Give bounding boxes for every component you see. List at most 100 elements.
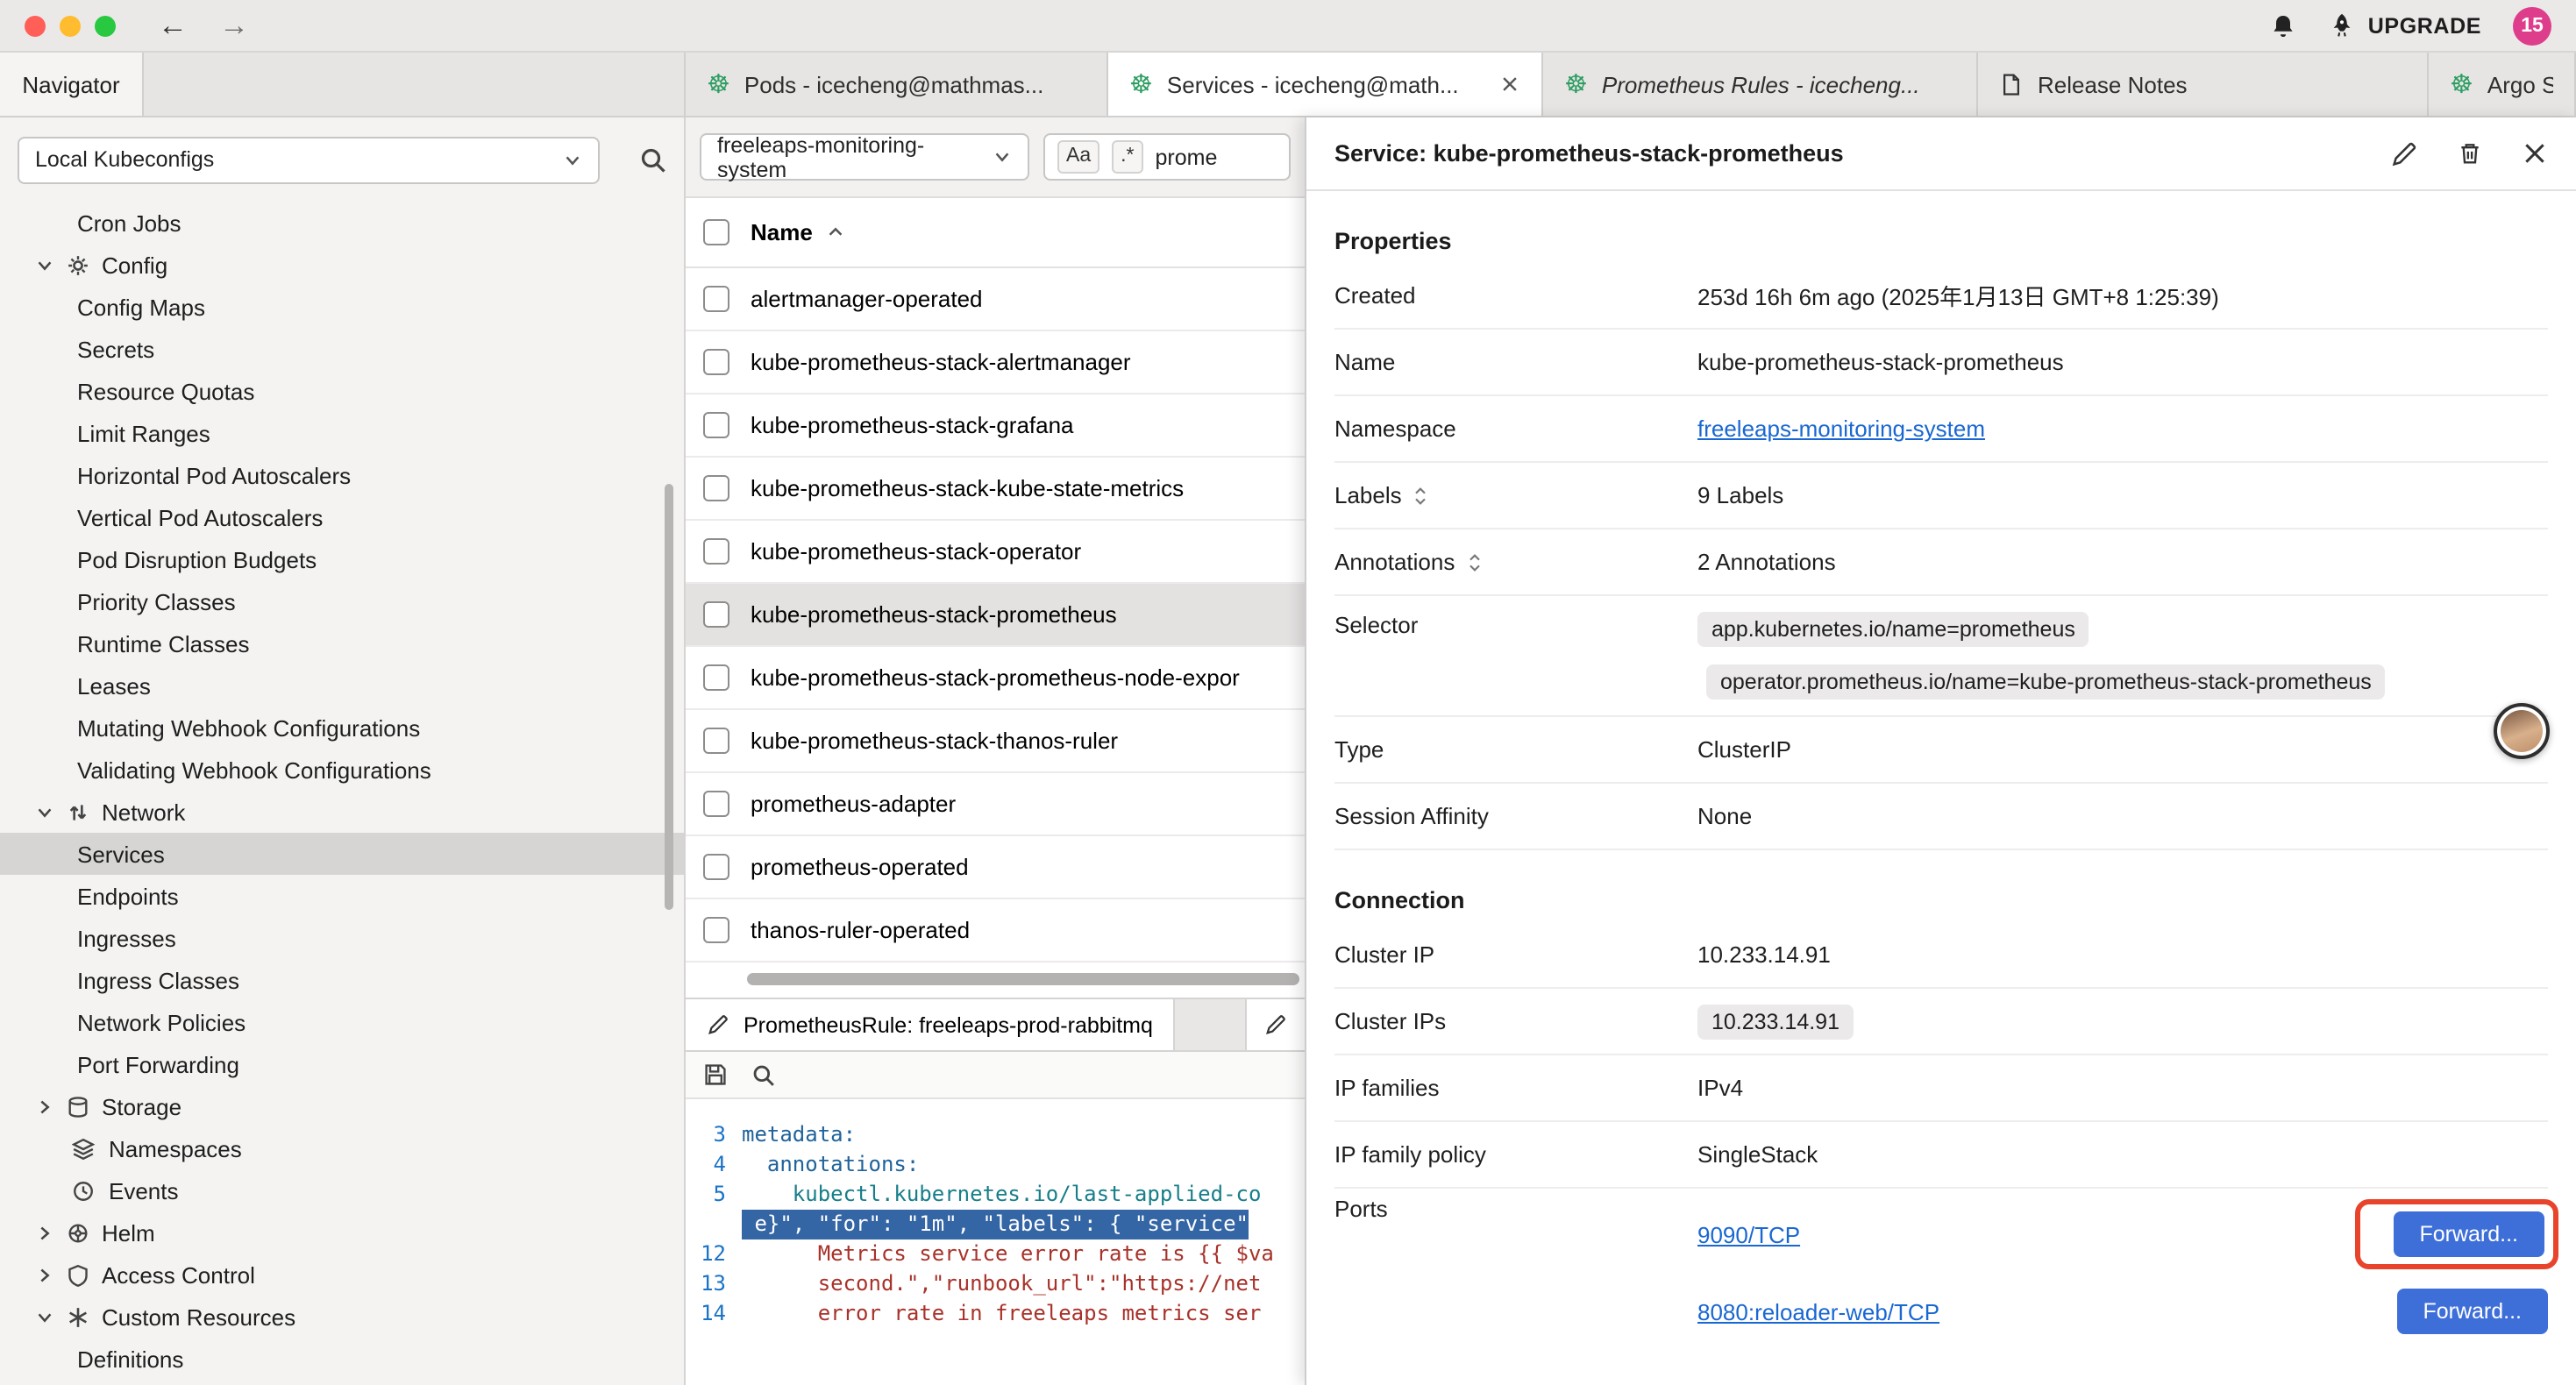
- sidebar-item-runtime-classes[interactable]: Runtime Classes: [0, 622, 684, 664]
- sidebar-item-definitions[interactable]: Definitions: [0, 1338, 684, 1380]
- sidebar-group-config[interactable]: Config: [0, 244, 684, 286]
- port-link-9090[interactable]: 9090/TCP: [1697, 1221, 1800, 1247]
- sidebar-group-network[interactable]: Network: [0, 791, 684, 833]
- row-checkbox[interactable]: [703, 664, 729, 691]
- close-icon[interactable]: [2522, 140, 2548, 167]
- table-row[interactable]: kube-prometheus-stack-thanos-ruler: [686, 710, 1305, 773]
- search-input[interactable]: Aa .* prome: [1043, 133, 1291, 181]
- sidebar-group-access-control[interactable]: Access Control: [0, 1254, 684, 1296]
- yaml-editor[interactable]: 3metadata: 4 annotations: 5 kubectl.kube…: [686, 1099, 1305, 1385]
- sidebar-item-vertical-pod-autoscalers[interactable]: Vertical Pod Autoscalers: [0, 496, 684, 538]
- regex-toggle[interactable]: .*: [1112, 140, 1142, 174]
- edit-icon[interactable]: [2390, 139, 2418, 167]
- kubeconfig-selector[interactable]: Local Kubeconfigs: [18, 136, 600, 183]
- sidebar-item-events[interactable]: Events: [0, 1169, 684, 1211]
- sidebar-item-network-policies[interactable]: Network Policies: [0, 1001, 684, 1043]
- sort-ascending-icon[interactable]: [827, 223, 846, 242]
- sidebar-item-mutating-webhook-configurations[interactable]: Mutating Webhook Configurations: [0, 707, 684, 749]
- property-row-namespace: Namespace freeleaps-monitoring-system: [1334, 396, 2548, 463]
- sidebar-item-port-forwarding[interactable]: Port Forwarding: [0, 1043, 684, 1085]
- property-row-labels[interactable]: Labels 9 Labels: [1334, 463, 2548, 529]
- tab-release-notes[interactable]: Release Notes: [1978, 53, 2429, 116]
- select-all-checkbox[interactable]: [703, 219, 729, 245]
- table-row[interactable]: kube-prometheus-stack-prometheus-node-ex…: [686, 647, 1305, 710]
- name-column-header[interactable]: Name: [751, 219, 813, 245]
- sidebar-group-storage[interactable]: Storage: [0, 1085, 684, 1127]
- sidebar-item-secrets[interactable]: Secrets: [0, 328, 684, 370]
- row-checkbox[interactable]: [703, 286, 729, 312]
- port-line: 8080:reloader-web/TCP Forward...: [1697, 1273, 2548, 1350]
- maximize-window-button[interactable]: [95, 15, 116, 36]
- row-checkbox[interactable]: [703, 601, 729, 628]
- sidebar-item-priority-classes[interactable]: Priority Classes: [0, 580, 684, 622]
- sidebar-item-ingress-classes[interactable]: Ingress Classes: [0, 959, 684, 1001]
- table-row[interactable]: kube-prometheus-stack-kube-state-metrics: [686, 458, 1305, 521]
- sidebar-item-config-maps[interactable]: Config Maps: [0, 286, 684, 328]
- row-checkbox[interactable]: [703, 917, 729, 943]
- table-row[interactable]: prometheus-operated: [686, 836, 1305, 899]
- sidebar-item-endpoints[interactable]: Endpoints: [0, 875, 684, 917]
- sidebar-item-ingresses[interactable]: Ingresses: [0, 917, 684, 959]
- rocket-icon: [2330, 12, 2356, 39]
- search-icon[interactable]: [752, 1063, 775, 1086]
- navigator-panel-tab[interactable]: Navigator: [0, 53, 144, 116]
- table-row[interactable]: kube-prometheus-stack-operator: [686, 521, 1305, 584]
- table-row[interactable]: prometheus-adapter: [686, 773, 1305, 836]
- sidebar-item-leases[interactable]: Leases: [0, 664, 684, 707]
- forward-icon[interactable]: →: [219, 11, 249, 40]
- tab-services[interactable]: ☸ Services - icecheng@math...: [1108, 53, 1543, 116]
- search-icon[interactable]: [640, 146, 666, 173]
- sidebar-item-cron-jobs[interactable]: Cron Jobs: [0, 202, 684, 244]
- sidebar-item-services[interactable]: Services: [0, 833, 684, 875]
- row-checkbox[interactable]: [703, 475, 729, 501]
- table-row-selected[interactable]: kube-prometheus-stack-prometheus: [686, 584, 1305, 647]
- line-number: [686, 1210, 742, 1239]
- table-row[interactable]: kube-prometheus-stack-grafana: [686, 394, 1305, 458]
- row-checkbox[interactable]: [703, 728, 729, 754]
- namespace-link[interactable]: freeleaps-monitoring-system: [1697, 416, 1985, 442]
- sidebar-item-pod-disruption-budgets[interactable]: Pod Disruption Budgets: [0, 538, 684, 580]
- tab-argo[interactable]: ☸ Argo Se: [2429, 53, 2576, 116]
- match-case-toggle[interactable]: Aa: [1057, 140, 1099, 174]
- sidebar-item-resource-quotas[interactable]: Resource Quotas: [0, 370, 684, 412]
- back-icon[interactable]: ←: [158, 11, 188, 40]
- sidebar-item-horizontal-pod-autoscalers[interactable]: Horizontal Pod Autoscalers: [0, 454, 684, 496]
- editor-tab-prometheusrule[interactable]: PrometheusRule: freeleaps-prod-rabbitmq: [686, 999, 1176, 1050]
- tab-prometheus-rules[interactable]: ☸ Prometheus Rules - icecheng...: [1543, 53, 1978, 116]
- row-checkbox[interactable]: [703, 349, 729, 375]
- expand-updown-icon[interactable]: [1413, 485, 1430, 506]
- sidebar-item-validating-webhook-configurations[interactable]: Validating Webhook Configurations: [0, 749, 684, 791]
- close-tab-icon[interactable]: [1499, 74, 1520, 95]
- close-window-button[interactable]: [25, 15, 46, 36]
- namespace-selector[interactable]: freeleaps-monitoring-system: [700, 133, 1029, 181]
- save-icon[interactable]: [703, 1062, 728, 1087]
- row-checkbox[interactable]: [703, 412, 729, 438]
- sidebar-item-namespaces[interactable]: Namespaces: [0, 1127, 684, 1169]
- trash-icon[interactable]: [2457, 140, 2483, 167]
- table-row[interactable]: alertmanager-operated: [686, 268, 1305, 331]
- row-checkbox[interactable]: [703, 538, 729, 565]
- avatar[interactable]: [2494, 703, 2550, 759]
- notification-count-badge[interactable]: 15: [2513, 6, 2551, 45]
- sidebar-group-custom-resources[interactable]: Custom Resources: [0, 1296, 684, 1338]
- editor-tab-partial[interactable]: [1245, 999, 1305, 1050]
- bell-icon[interactable]: [2270, 11, 2298, 39]
- sidebar-group-helm[interactable]: Helm: [0, 1211, 684, 1254]
- row-checkbox[interactable]: [703, 791, 729, 817]
- port-link-8080[interactable]: 8080:reloader-web/TCP: [1697, 1298, 1939, 1325]
- expand-updown-icon[interactable]: [1465, 551, 1483, 572]
- property-row-annotations[interactable]: Annotations 2 Annotations: [1334, 529, 2548, 596]
- window-titlebar: ← → UPGRADE 15: [0, 0, 2576, 53]
- upgrade-button[interactable]: UPGRADE: [2330, 12, 2481, 39]
- forward-port-button[interactable]: Forward...: [2396, 1289, 2548, 1334]
- horizontal-scrollbar-thumb[interactable]: [747, 973, 1299, 985]
- sidebar-item-limit-ranges[interactable]: Limit Ranges: [0, 412, 684, 454]
- minimize-window-button[interactable]: [60, 15, 81, 36]
- sidebar-scrollbar[interactable]: [665, 484, 673, 910]
- table-row[interactable]: thanos-ruler-operated: [686, 899, 1305, 962]
- forward-port-button[interactable]: Forward...: [2393, 1211, 2544, 1257]
- table-row[interactable]: kube-prometheus-stack-alertmanager: [686, 331, 1305, 394]
- row-checkbox[interactable]: [703, 854, 729, 880]
- tab-pods[interactable]: ☸ Pods - icecheng@mathmas...: [686, 53, 1108, 116]
- database-icon: [67, 1095, 93, 1118]
